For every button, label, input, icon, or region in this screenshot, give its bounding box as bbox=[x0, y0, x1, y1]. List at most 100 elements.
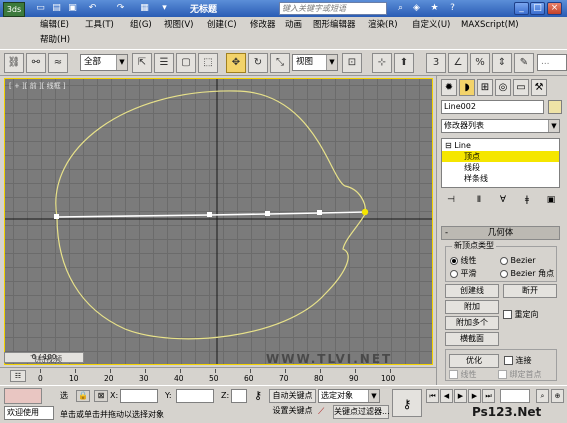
window-crossing-icon[interactable]: ⬚ bbox=[198, 53, 218, 73]
pin-stack-icon[interactable]: ⊣ bbox=[443, 193, 459, 208]
menu-help[interactable]: 帮助(H) bbox=[38, 34, 72, 47]
stack-item-segment[interactable]: 线段 bbox=[442, 162, 559, 173]
create-tab-icon[interactable]: ✹ bbox=[441, 79, 457, 96]
select-and-move-icon[interactable]: ✥ bbox=[226, 53, 246, 73]
attach-multiple-button[interactable]: 附加多个 bbox=[445, 316, 499, 330]
project-folder-icon[interactable]: ▦ bbox=[138, 2, 151, 15]
key-filters-button[interactable]: 关键点过滤器... bbox=[333, 405, 390, 419]
bind-first-checkbox[interactable]: 绑定首点 bbox=[498, 370, 542, 380]
save-icon[interactable]: ▣ bbox=[66, 2, 79, 15]
close-button[interactable]: × bbox=[547, 2, 562, 15]
y-coordinate-field[interactable] bbox=[176, 389, 214, 403]
percent-snap-icon[interactable]: % bbox=[470, 53, 490, 73]
geometry-rollout-header[interactable]: - 几何体 bbox=[441, 226, 560, 240]
select-object-icon[interactable]: ⇱ bbox=[132, 53, 152, 73]
refine-button[interactable]: 优化 bbox=[449, 354, 499, 368]
menu-maxscript[interactable]: MAXScript(M) bbox=[459, 19, 521, 32]
key-icon[interactable]: ⚷ bbox=[250, 389, 266, 403]
reorient-checkbox[interactable]: 重定向 bbox=[503, 310, 539, 320]
menu-views[interactable]: 视图(V) bbox=[162, 19, 195, 32]
menu-group[interactable]: 组(G) bbox=[128, 19, 154, 32]
select-and-scale-icon[interactable]: ⤡ bbox=[270, 53, 290, 73]
show-end-result-icon[interactable]: Ⅱ bbox=[471, 193, 487, 208]
go-to-end-icon[interactable]: ⏭ bbox=[482, 389, 495, 403]
communication-center-icon[interactable]: ◈ bbox=[410, 2, 423, 15]
connect-checkbox[interactable]: 连接 bbox=[504, 356, 532, 366]
search-input[interactable]: 键入关键字或短语 bbox=[279, 2, 387, 15]
current-frame-field[interactable] bbox=[500, 389, 530, 403]
absolute-mode-icon[interactable]: ⊠ bbox=[94, 390, 108, 402]
track-bar[interactable]: ☷ 0 10 20 30 40 50 60 70 80 90 100 bbox=[0, 367, 436, 384]
menu-create[interactable]: 创建(C) bbox=[205, 19, 239, 32]
object-color-swatch[interactable] bbox=[548, 100, 562, 114]
named-selection-sets-field[interactable]: … bbox=[537, 54, 567, 71]
stack-item-line[interactable]: ⊟ Line bbox=[442, 140, 559, 151]
previous-frame-icon[interactable]: ◀ bbox=[440, 389, 453, 403]
edit-named-selections-icon[interactable]: ✎ bbox=[514, 53, 534, 73]
link-icon[interactable]: ⛓ bbox=[4, 53, 24, 73]
favorites-icon[interactable]: ★ bbox=[428, 2, 441, 15]
unlink-icon[interactable]: ⚯ bbox=[26, 53, 46, 73]
x-coordinate-field[interactable] bbox=[120, 389, 158, 403]
auto-key-button[interactable]: 自动关键点 bbox=[269, 389, 316, 403]
app-logo-icon[interactable]: 3ds bbox=[3, 2, 25, 17]
create-line-button[interactable]: 创建线 bbox=[445, 284, 499, 298]
new-file-icon[interactable]: ▭ bbox=[34, 2, 47, 15]
stack-item-spline[interactable]: 样条线 bbox=[442, 173, 559, 184]
key-mode-dropdown[interactable]: 选定对象 ▼ bbox=[318, 389, 380, 403]
set-key-button[interactable]: ⚷ bbox=[392, 389, 422, 417]
maximize-button[interactable]: □ bbox=[530, 2, 545, 15]
angle-snap-icon[interactable]: ∠ bbox=[448, 53, 468, 73]
utilities-tab-icon[interactable]: ⚒ bbox=[531, 79, 547, 96]
hierarchy-tab-icon[interactable]: ⊞ bbox=[477, 79, 493, 96]
keyboard-shortcut-toggle-icon[interactable]: ⬆ bbox=[394, 53, 414, 73]
attach-button[interactable]: 附加 bbox=[445, 300, 499, 314]
select-and-rotate-icon[interactable]: ↻ bbox=[248, 53, 268, 73]
redo-icon[interactable]: ↷ bbox=[114, 2, 127, 15]
next-frame-icon[interactable]: ▶ bbox=[468, 389, 481, 403]
modify-tab-icon[interactable]: ◗ bbox=[459, 79, 475, 96]
vertex-type-smooth[interactable]: 平滑 bbox=[450, 269, 477, 279]
undo-icon[interactable]: ↶ bbox=[86, 2, 99, 15]
front-viewport[interactable]: [ + ][ 前 ][ 线框 ] bbox=[4, 78, 433, 365]
go-to-start-icon[interactable]: ⏮ bbox=[426, 389, 439, 403]
modifier-list-dropdown[interactable]: 修改器列表 ▼ bbox=[441, 119, 560, 133]
mini-curve-editor-icon[interactable]: ☷ bbox=[10, 370, 26, 382]
motion-tab-icon[interactable]: ◎ bbox=[495, 79, 511, 96]
z-coordinate-field[interactable] bbox=[231, 389, 247, 403]
stack-item-vertex[interactable]: 顶点 bbox=[442, 151, 559, 162]
search-icon[interactable]: ⌕ bbox=[394, 2, 407, 15]
rectangular-selection-icon[interactable]: ▢ bbox=[176, 53, 196, 73]
key-tangent-icon[interactable]: ⟋ bbox=[318, 405, 330, 419]
snaps-toggle-icon[interactable]: 3 bbox=[426, 53, 446, 73]
play-icon[interactable]: ▶ bbox=[454, 389, 467, 403]
quick-access-dropdown-icon[interactable]: ▾ bbox=[158, 2, 171, 15]
zoom-all-icon[interactable]: ⊕ bbox=[551, 389, 564, 403]
menu-graph-editors[interactable]: 图形编辑器 bbox=[311, 19, 358, 32]
cross-section-button[interactable]: 横截面 bbox=[445, 332, 499, 346]
help-icon[interactable]: ? bbox=[446, 2, 459, 15]
remove-modifier-icon[interactable]: ǂ bbox=[519, 193, 535, 208]
menu-customize[interactable]: 自定义(U) bbox=[410, 19, 452, 32]
configure-sets-icon[interactable]: ▣ bbox=[543, 193, 559, 208]
minimize-button[interactable]: _ bbox=[514, 2, 529, 15]
display-tab-icon[interactable]: ▭ bbox=[513, 79, 529, 96]
menu-modifiers[interactable]: 修改器 bbox=[248, 19, 278, 32]
reference-coordinate-dropdown[interactable]: 视图 ▼ bbox=[292, 54, 338, 71]
select-by-name-icon[interactable]: ☰ bbox=[154, 53, 174, 73]
menu-tools[interactable]: 工具(T) bbox=[83, 19, 116, 32]
linear-checkbox[interactable]: 线性 bbox=[449, 370, 477, 380]
bind-space-warp-icon[interactable]: ≈ bbox=[48, 53, 68, 73]
selection-lock-icon[interactable]: 🔒 bbox=[76, 390, 90, 402]
collapse-icon[interactable]: ⊟ bbox=[442, 141, 452, 150]
selection-filter-dropdown[interactable]: 全部 ▼ bbox=[80, 54, 128, 71]
pivot-center-icon[interactable]: ⊡ bbox=[342, 53, 362, 73]
vertex-type-bezier-corner[interactable]: Bezier 角点 bbox=[500, 269, 554, 279]
menu-edit[interactable]: 编辑(E) bbox=[38, 19, 71, 32]
maxscript-listener-mini[interactable] bbox=[4, 388, 42, 404]
open-file-icon[interactable]: ▤ bbox=[50, 2, 63, 15]
break-button[interactable]: 断开 bbox=[503, 284, 557, 298]
select-manipulate-icon[interactable]: ⊹ bbox=[372, 53, 392, 73]
welcome-field[interactable]: 欢迎使用 bbox=[4, 406, 54, 420]
menu-rendering[interactable]: 渲染(R) bbox=[366, 19, 400, 32]
